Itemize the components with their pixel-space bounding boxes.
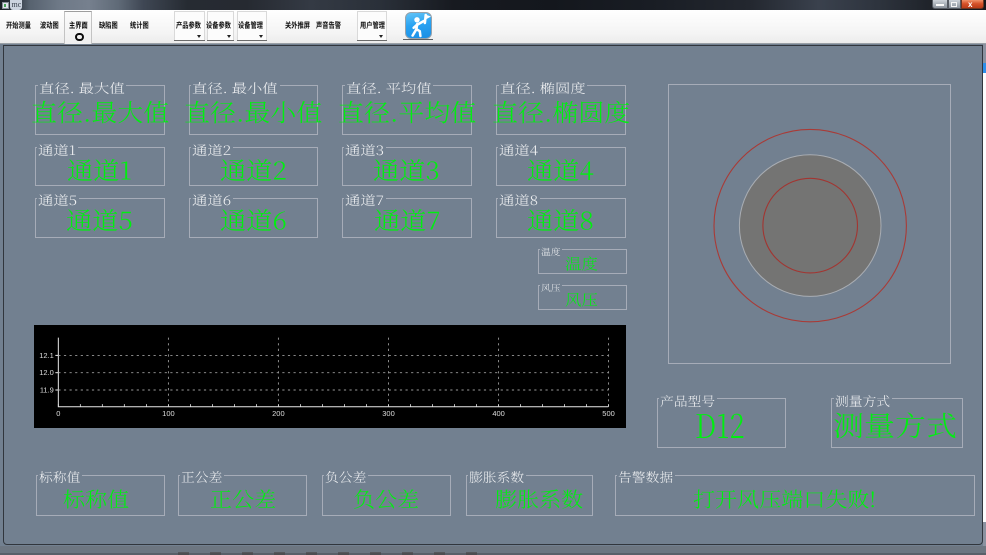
svg-text:11.9: 11.9	[40, 385, 54, 394]
svg-text:12.0: 12.0	[40, 368, 55, 377]
svg-text:300: 300	[383, 409, 396, 418]
svg-text:100: 100	[163, 409, 176, 418]
svg-text:12.1: 12.1	[40, 351, 55, 360]
svg-text:500: 500	[603, 409, 616, 418]
svg-text:0: 0	[57, 409, 61, 418]
svg-text:200: 200	[273, 409, 286, 418]
svg-text:400: 400	[493, 409, 506, 418]
